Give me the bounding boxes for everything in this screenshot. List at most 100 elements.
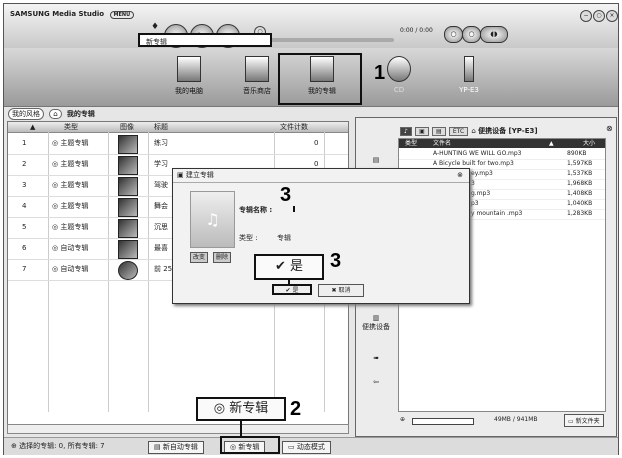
tab-etc[interactable]: ETC <box>448 127 469 136</box>
sort-icon[interactable]: ▲ <box>30 122 35 132</box>
mode-icon[interactable]: ◖◗ <box>480 26 508 43</box>
nav-my-computer[interactable]: 我的电脑 <box>154 52 224 104</box>
seek-bar[interactable] <box>254 38 394 42</box>
row-type: ◎ 主题专辑 <box>52 223 89 231</box>
tab-music[interactable]: ♪ <box>400 127 412 136</box>
col-name[interactable]: 文件名 <box>433 139 451 148</box>
store-icon <box>245 56 269 82</box>
nav-selection-highlight <box>278 53 362 105</box>
row-num: 7 <box>22 265 27 273</box>
album-name-input[interactable]: 新专辑 <box>138 33 272 47</box>
eq-icon[interactable]: ○ <box>462 26 481 43</box>
row-title: 练习 <box>154 139 168 147</box>
close-icon[interactable]: × <box>606 10 618 22</box>
device-footer: ⊕ 49MB / 941MB ▭ 新文件夹 <box>398 414 604 428</box>
row-num: 3 <box>22 181 27 189</box>
row-title: 学习 <box>154 160 168 168</box>
status-text: ⊕ 选择的专辑: 0, 所有专辑: 7 <box>11 442 105 450</box>
album-name-label: 专辑名称 : <box>239 206 273 214</box>
col-type[interactable]: 类型 <box>405 139 417 148</box>
col-title[interactable]: 标题 <box>154 122 168 132</box>
device-title: ⌂ 便携设备 [YP-E3] <box>471 127 538 135</box>
row-type: ◎ 主题专辑 <box>52 139 89 147</box>
callout-3a: 3 <box>280 184 292 206</box>
horizontal-scrollbar[interactable] <box>7 424 349 434</box>
album-thumb <box>118 261 138 280</box>
cancel-button[interactable]: ✖ 取消 <box>318 284 364 297</box>
new-folder-button[interactable]: ▭ 新文件夹 <box>564 414 604 427</box>
ok-button[interactable]: ✔ 是 <box>272 284 312 295</box>
album-thumb <box>118 177 138 196</box>
refresh-icon[interactable]: ⊕ <box>400 416 405 423</box>
device-list-header: 类型 文件名 ▲ 大小 <box>399 139 605 148</box>
tab-photo[interactable]: ▣ <box>415 127 429 136</box>
row-type: ◎ 主题专辑 <box>52 160 89 168</box>
delete-art-button[interactable]: 删除 <box>213 252 232 263</box>
minimize-icon[interactable]: − <box>580 10 592 22</box>
device-tabs: ♪ ▣ ▤ ETC ⌂ 便携设备 [YP-E3] <box>400 126 538 136</box>
storage-text: 49MB / 941MB <box>494 416 538 423</box>
album-thumb <box>118 240 138 259</box>
storage-bar <box>412 418 474 425</box>
tab-video[interactable]: ▤ <box>431 127 446 136</box>
col-type[interactable]: 类型 <box>64 122 78 132</box>
home-icon[interactable]: ⌂ <box>49 109 62 119</box>
connector-line <box>240 421 242 437</box>
row-num: 2 <box>22 160 27 168</box>
new-album-button-zoomed[interactable]: ◎ 新专辑 <box>196 397 286 421</box>
row-count: 0 <box>314 139 319 147</box>
close-icon[interactable]: ⊗ <box>457 169 463 182</box>
row-title: 驾驶 <box>154 181 168 189</box>
album-thumb <box>118 135 138 154</box>
row-num: 4 <box>22 202 27 210</box>
col-image[interactable]: 图像 <box>120 122 134 132</box>
nav-label: YP-E3 <box>459 86 479 94</box>
album-thumb <box>118 198 138 217</box>
close-icon[interactable]: ⊗ <box>606 124 613 133</box>
table-row[interactable]: 1 ◎ 主题专辑 练习 0 <box>8 133 348 155</box>
new-auto-album-button[interactable]: ▤ 新自动专辑 <box>148 441 204 454</box>
transfer-left-icon[interactable]: ⇦ <box>358 378 394 386</box>
cd-icon <box>387 56 411 82</box>
callout-1: 1 <box>374 62 386 84</box>
computer-icon <box>177 56 201 82</box>
nav-device[interactable]: YP-E3 <box>434 52 504 104</box>
dialog-title-bar: ▣ 建立专辑 ⊗ <box>173 169 469 183</box>
brand: SAMSUNG Media Studio MENU <box>10 10 135 19</box>
time-readout: 0:00 / 0:00 <box>400 27 433 34</box>
breadcrumb-current: 我的专辑 <box>66 110 95 118</box>
row-type: ◎ 自动专辑 <box>52 265 89 273</box>
dialog-title: 建立专辑 <box>185 171 214 179</box>
row-title: 舞会 <box>154 202 168 210</box>
shuffle-icon[interactable]: ○ <box>444 26 463 43</box>
menu-button[interactable]: MENU <box>109 11 135 19</box>
back-button[interactable]: 我的风格 <box>8 108 44 120</box>
col-size[interactable]: 大小 <box>583 139 595 148</box>
connector-line <box>293 206 295 212</box>
transfer-icon[interactable]: ▤ <box>358 156 394 164</box>
col-count[interactable]: 文件计数 <box>280 122 308 132</box>
dialog-icon: ▣ <box>177 171 184 179</box>
table-header: ▲ 类型 图像 标题 文件计数 <box>8 122 348 133</box>
album-thumb <box>118 219 138 238</box>
type-value: 专辑 <box>277 234 291 242</box>
animation-mode-button[interactable]: ▭ 动态模式 <box>282 441 331 454</box>
bottom-bar: ⊕ 选择的专辑: 0, 所有专辑: 7 ▤ 新自动专辑 ◎ 新专辑 ▭ 动态模式 <box>4 437 618 455</box>
sort-icon[interactable]: ▲ <box>549 139 554 148</box>
callout-2: 2 <box>290 398 302 420</box>
ok-button-zoomed[interactable]: ✔ 是 <box>254 254 324 280</box>
row-title: 前 25 <box>154 265 173 273</box>
change-art-button[interactable]: 改变 <box>190 252 209 263</box>
restore-icon[interactable]: ○ <box>593 10 605 22</box>
transfer-right-icon[interactable]: ➠ <box>358 354 394 362</box>
nav-label: 我的电脑 <box>175 87 203 95</box>
row-title: 沉思 <box>154 223 168 231</box>
row-num: 1 <box>22 139 27 147</box>
row-type: ◎ 主题专辑 <box>52 181 89 189</box>
device-side-label: ▥ 便携设备 <box>362 314 390 331</box>
album-art-placeholder: ♫ <box>190 191 235 248</box>
callout-3b: 3 <box>330 250 342 272</box>
brand-title: SAMSUNG Media Studio <box>10 10 105 18</box>
nav-label: CD <box>393 86 405 94</box>
top-bar: SAMSUNG Media Studio MENU ♦ ⏮ ▶ ⏭ ○ 0:00… <box>4 4 618 49</box>
